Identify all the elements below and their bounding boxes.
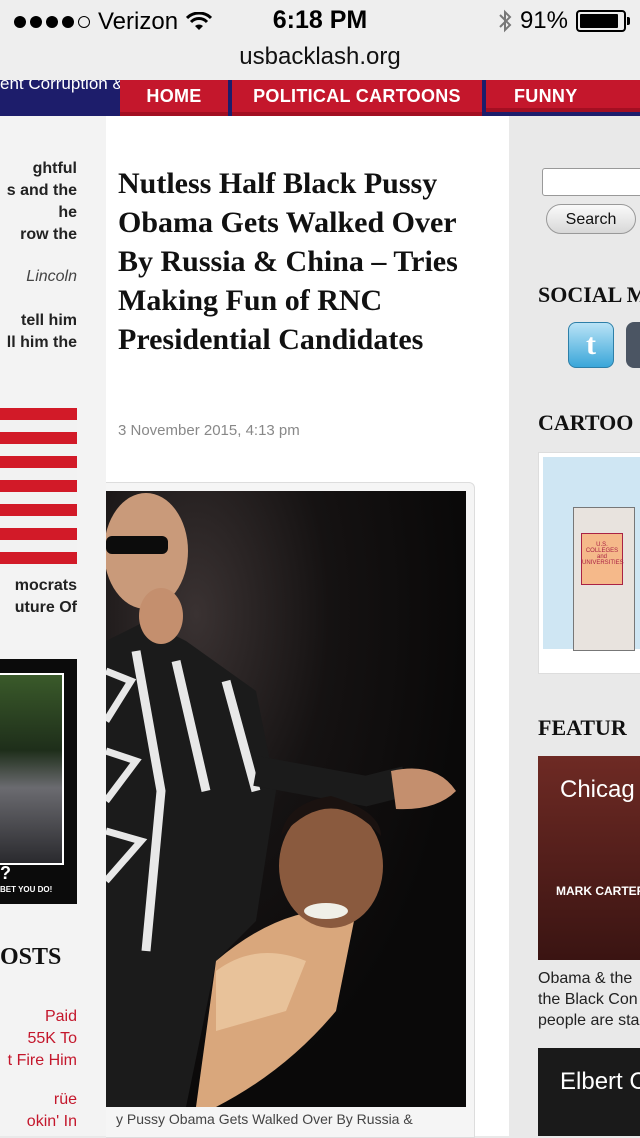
photo-illustration: [106, 493, 456, 1107]
status-bar: Verizon 6:18 PM 91%: [0, 0, 640, 44]
article: Nutless Half Black Pussy Obama Gets Walk…: [106, 116, 509, 1138]
post-link[interactable]: okin' In: [0, 1113, 77, 1131]
url-text[interactable]: usbacklash.org: [239, 43, 400, 70]
article-image-frame: y Pussy Obama Gets Walked Over By Russia…: [106, 482, 475, 1138]
flag-caption-line[interactable]: uture Of: [0, 599, 77, 617]
article-photo[interactable]: [106, 491, 466, 1107]
bluetooth-icon: [499, 9, 512, 33]
right-sidebar: Search SOCIAL M t CARTOO U.S. COLLEGES a…: [509, 116, 640, 1136]
sidebar-snippet-line: tell him: [20, 312, 77, 329]
poster-question: ?: [0, 863, 11, 883]
battery-icon: [576, 10, 630, 32]
cartoons-heading: CARTOO: [538, 410, 634, 435]
image-caption: y Pussy Obama Gets Walked Over By Russia…: [116, 1111, 413, 1127]
nav-tab-political-cartoons[interactable]: POLITICAL CARTOONS: [232, 80, 482, 116]
sidebar-snippet-line: he: [58, 204, 77, 221]
featured-video-label: Chicag: [560, 776, 635, 803]
left-sidebar: ghtful s and the he row the Lincoln tell…: [0, 116, 106, 1136]
site-nav-bar: ent Corruption & HOME POLITICAL CARTOONS…: [0, 80, 640, 116]
flag-image[interactable]: [0, 408, 77, 568]
search-button[interactable]: Search: [546, 204, 636, 234]
social-icon[interactable]: [626, 322, 640, 368]
poster-tagline: BET YOU DO!: [0, 885, 53, 894]
promo-poster[interactable]: ? BET YOU DO!: [0, 659, 77, 904]
recent-posts-heading: OSTS: [0, 944, 62, 970]
status-right: 91%: [498, 7, 630, 35]
search-input[interactable]: [542, 168, 640, 196]
featured-video-thumbnail[interactable]: Elbert C: [538, 1048, 640, 1136]
featured-heading: FEATUR: [538, 715, 627, 740]
flag-caption-line[interactable]: mocrats: [0, 577, 77, 595]
featured-video-label: Elbert C: [560, 1068, 640, 1095]
featured-video-thumbnail[interactable]: Chicag MARK CARTER: [538, 756, 640, 960]
post-link[interactable]: 55K To: [0, 1030, 77, 1048]
battery-percent: 91%: [519, 7, 568, 34]
post-link[interactable]: t Fire Him: [0, 1052, 77, 1070]
sidebar-snippet-line: row the: [20, 226, 77, 243]
featured-text-line[interactable]: Obama & the: [538, 968, 640, 989]
quote-author: Lincoln: [26, 268, 77, 285]
twitter-icon[interactable]: t: [568, 322, 614, 368]
post-link[interactable]: Paid: [0, 1008, 77, 1026]
article-date: 3 November 2015, 4:13 pm: [118, 422, 300, 439]
nav-tab-home[interactable]: HOME: [120, 80, 228, 116]
news-ticker[interactable]: ent Corruption &: [0, 80, 124, 94]
poster-photo: [0, 673, 64, 865]
article-title[interactable]: Nutless Half Black Pussy Obama Gets Walk…: [118, 164, 498, 359]
featured-text-line[interactable]: people are sta: [538, 1010, 640, 1031]
sidebar-snippet-line: s and the: [6, 182, 77, 199]
address-bar[interactable]: usbacklash.org: [0, 44, 640, 80]
featured-video-sublabel: MARK CARTER: [556, 884, 640, 898]
cartoon-sign: U.S. COLLEGES and UNIVERSITIES: [581, 533, 624, 585]
cartoon-thumbnail[interactable]: U.S. COLLEGES and UNIVERSITIES: [538, 452, 640, 674]
nav-tab-funny-photos[interactable]: FUNNY PHOTO: [486, 80, 640, 112]
featured-text-line[interactable]: the Black Con: [538, 989, 640, 1010]
post-link[interactable]: rüe: [0, 1091, 77, 1109]
sidebar-snippet-line: ghtful: [32, 160, 77, 177]
sidebar-snippet-line: ll him the: [6, 334, 77, 351]
social-heading: SOCIAL M: [538, 282, 640, 307]
